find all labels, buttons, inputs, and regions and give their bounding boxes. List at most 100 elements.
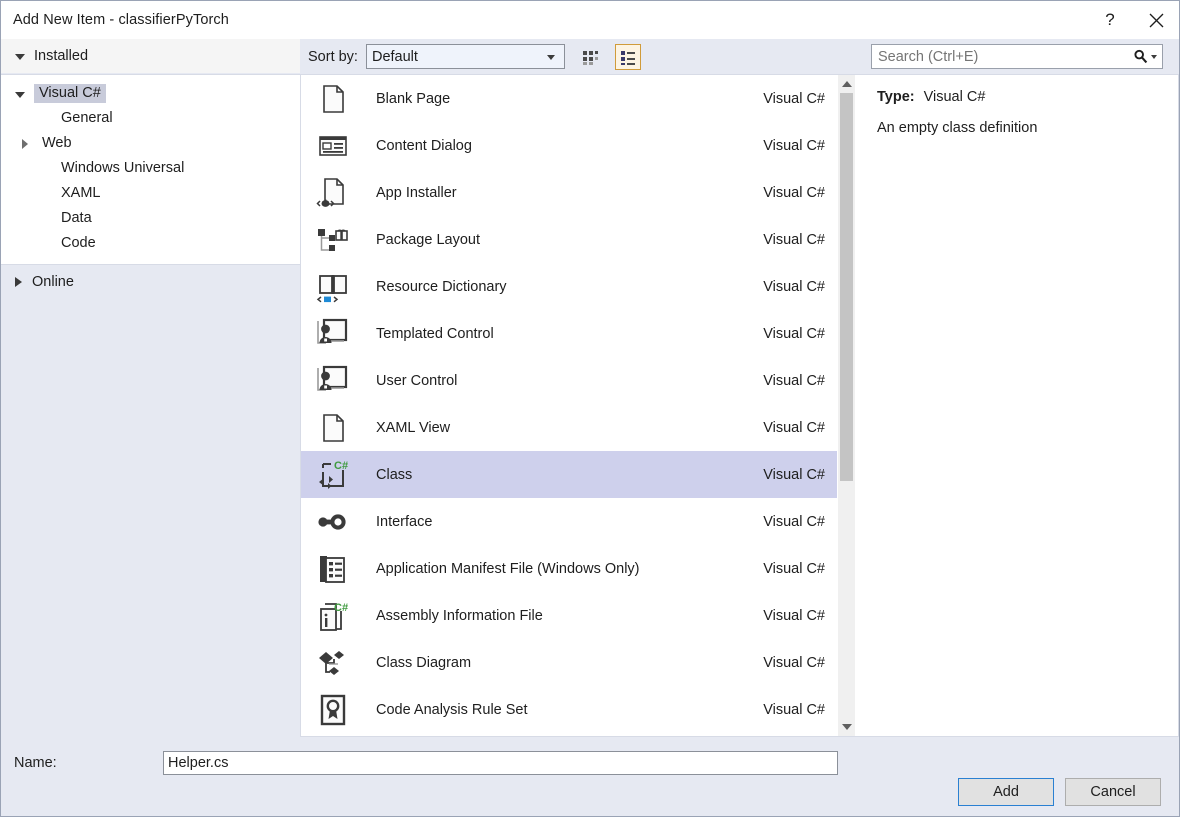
list-item-name: Package Layout [355,232,763,248]
triangle-up-icon [842,81,852,87]
list-item-name: App Installer [355,185,763,201]
list-item[interactable]: User Control Visual C# [301,357,837,404]
tree-item-label: Visual C# [34,84,106,103]
tree-item-web[interactable]: Web [1,131,300,156]
search-row: Search (Ctrl+E) [855,39,1179,74]
tree-item-xaml[interactable]: XAML [1,181,300,206]
templates-scrollbar[interactable] [837,75,855,736]
add-new-item-dialog: Add New Item - classifierPyTorch ? Insta… [0,0,1180,817]
scroll-up-button[interactable] [838,75,855,93]
list-item[interactable]: Class Diagram Visual C# [301,639,837,686]
tree-item-label: Code [56,234,101,253]
list-item[interactable]: C# Assembly Information File Visual C# [301,592,837,639]
close-icon [1148,12,1165,29]
list-item[interactable]: Resource Dictionary Visual C# [301,263,837,310]
list-item-language: Visual C# [763,514,825,530]
scrollbar-track[interactable] [838,93,855,718]
question-mark-icon: ? [1105,10,1114,30]
list-item-name: Class [355,467,763,483]
search-placeholder: Search (Ctrl+E) [878,49,978,65]
templates-panel: Sort by: Default [300,39,855,737]
list-item-name: Interface [355,514,763,530]
templated-control-icon [311,317,355,351]
tree-item-general[interactable]: General [1,106,300,131]
name-label: Name: [1,755,163,771]
list-item[interactable]: Interface Visual C# [301,498,837,545]
dialog-footer: Name: Add Cancel [1,737,1179,816]
list-item[interactable]: Templated Control Visual C# [301,310,837,357]
add-button[interactable]: Add [958,778,1054,806]
search-controls[interactable] [1133,45,1157,68]
list-item[interactable]: Content Dialog Visual C# [301,122,837,169]
list-item-name: Content Dialog [355,138,763,154]
rule-set-icon [311,693,355,727]
installed-group-header[interactable]: Installed [1,39,300,74]
templates-toolbar: Sort by: Default [300,39,855,74]
resource-dictionary-icon [311,270,355,304]
chevron-down-icon [15,92,25,98]
close-button[interactable] [1133,1,1179,39]
cancel-button[interactable]: Cancel [1065,778,1161,806]
list-item-language: Visual C# [763,702,825,718]
interface-icon [311,505,355,539]
list-item-language: Visual C# [763,655,825,671]
content-dialog-icon [311,129,355,163]
list-item[interactable]: Application Manifest File (Windows Only)… [301,545,837,592]
list-item-language: Visual C# [763,185,825,201]
footer-buttons: Add Cancel [958,778,1161,806]
dialog-body: Installed Visual C# General Web Window [1,39,1179,737]
sort-by-label: Sort by: [308,49,358,65]
list-item-name: Blank Page [355,91,763,107]
class-icon: C# [311,458,355,492]
online-group-header[interactable]: Online [1,265,300,299]
tree-item-label: Windows Universal [56,159,189,178]
app-manifest-icon [311,552,355,586]
list-item[interactable]: Code Analysis Rule Set Visual C# [301,686,837,733]
list-item-name: Class Diagram [355,655,763,671]
search-input[interactable]: Search (Ctrl+E) [871,44,1163,69]
installed-label: Installed [34,48,88,64]
tree-item-windows-universal[interactable]: Windows Universal [1,156,300,181]
tree-item-label: Web [37,134,77,153]
grid-view-button[interactable] [577,44,603,70]
online-label: Online [32,274,74,290]
name-input[interactable] [163,751,838,775]
class-diagram-icon [311,646,355,680]
list-item[interactable]: XAML View Visual C# [301,404,837,451]
chevron-down-icon [15,54,25,60]
tree-item-label: XAML [56,184,106,203]
detail-description: An empty class definition [877,120,1162,136]
list-view-button[interactable] [615,44,641,70]
sort-by-dropdown[interactable]: Default [366,44,565,69]
chevron-down-icon[interactable] [1151,55,1157,59]
detail-type-row: Type:Visual C# [877,89,1162,105]
templates-list-wrapper: Blank Page Visual C# [300,74,855,737]
grid-view-icon [581,48,599,66]
tree-item-data[interactable]: Data [1,206,300,231]
list-item-name: Resource Dictionary [355,279,763,295]
list-item-language: Visual C# [763,138,825,154]
list-item-language: Visual C# [763,279,825,295]
list-item[interactable]: Blank Page Visual C# [301,75,837,122]
template-details: Type:Visual C# An empty class definition [855,74,1179,737]
templates-list: Blank Page Visual C# [301,75,837,736]
tree-item-visual-csharp[interactable]: Visual C# [1,81,300,106]
tree-item-label: Data [56,209,97,228]
category-tree: Visual C# General Web Windows Universal … [1,74,300,265]
list-item-name: Code Analysis Rule Set [355,702,763,718]
scrollbar-thumb[interactable] [840,93,853,481]
list-item-name: Application Manifest File (Windows Only) [355,561,763,577]
list-item-name: User Control [355,373,763,389]
help-button[interactable]: ? [1087,1,1133,39]
categories-panel: Installed Visual C# General Web Window [1,39,300,737]
list-item[interactable]: Package Layout Visual C# [301,216,837,263]
app-installer-icon [311,176,355,210]
tree-item-code[interactable]: Code [1,231,300,256]
list-item-selected[interactable]: C# Class Visual C# [301,451,837,498]
list-item-language: Visual C# [763,326,825,342]
triangle-down-icon [842,724,852,730]
xaml-view-icon [311,411,355,445]
list-item[interactable]: App Installer Visual C# [301,169,837,216]
scroll-down-button[interactable] [838,718,855,736]
sort-by-value: Default [372,49,418,65]
